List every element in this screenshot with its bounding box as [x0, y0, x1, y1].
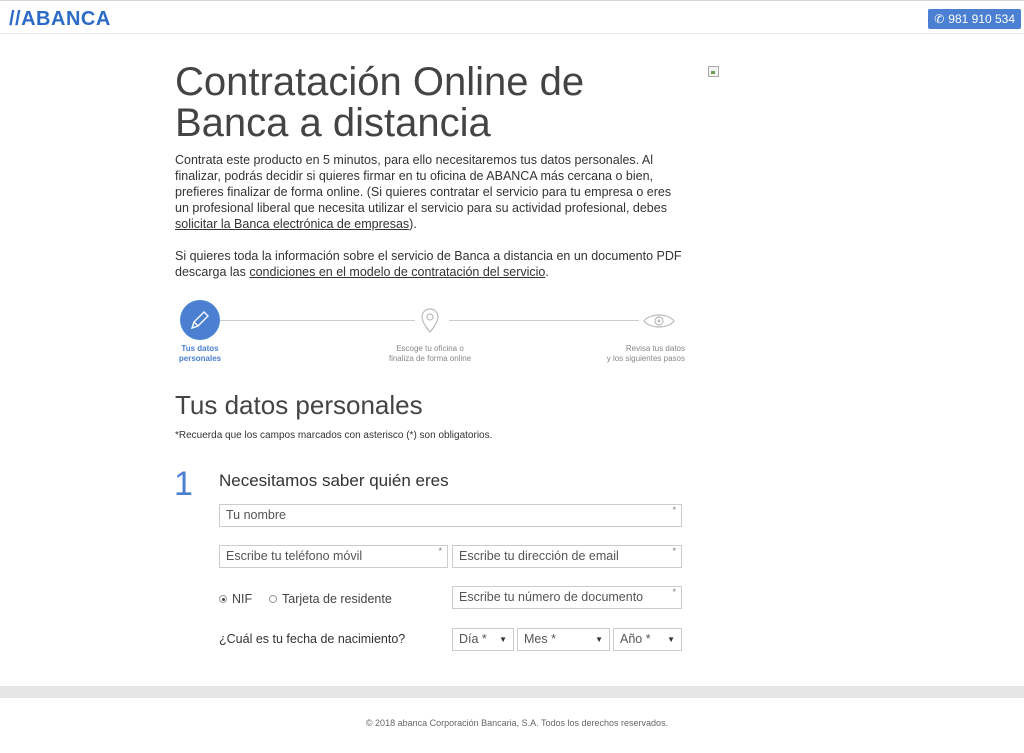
birthdate-label: ¿Cuál es tu fecha de nacimiento?: [219, 632, 406, 646]
footer-band: [0, 686, 1024, 698]
page-title: Contratación Online de Banca a distancia: [175, 62, 695, 144]
step-3-label-line-2: y los siguientes pasos: [606, 354, 685, 363]
progress-steps: Tus datos personales Escoge tu oficina o…: [175, 300, 685, 370]
radio-nif[interactable]: NIF: [219, 592, 252, 606]
pdf-paragraph: Si quieres toda la información sobre el …: [175, 248, 685, 280]
step-connector: [449, 320, 639, 321]
top-bar: //ABANCA ✆ 981 910 534: [0, 0, 1024, 34]
step-3-label: Revisa tus datos y los siguientes pasos: [585, 344, 685, 364]
phone-placeholder: Escribe tu teléfono móvil: [226, 549, 363, 563]
required-asterisk: *: [672, 546, 676, 556]
step-1-label-line-1: Tus datos: [181, 344, 219, 353]
pencil-icon: [190, 311, 209, 330]
section-title: Tus datos personales: [175, 390, 423, 420]
required-asterisk: *: [672, 505, 676, 515]
required-asterisk: *: [672, 587, 676, 597]
step-2-label-line-2: finaliza de forma online: [388, 354, 472, 363]
step-connector: [220, 320, 415, 321]
mobile-phone-field[interactable]: Escribe tu teléfono móvil *: [219, 545, 448, 568]
name-field[interactable]: Tu nombre *: [219, 504, 682, 527]
step-1-label-line-2: personales: [178, 354, 222, 363]
radio-nif-label: NIF: [232, 592, 253, 606]
broken-image-icon: [708, 66, 719, 77]
page-title-line-2: Banca a distancia: [175, 101, 491, 145]
conditions-link[interactable]: condiciones en el modelo de contratación…: [249, 265, 545, 279]
document-placeholder: Escribe tu número de documento: [459, 590, 644, 604]
abanca-logo[interactable]: //ABANCA: [9, 8, 111, 31]
radio-residence-card[interactable]: Tarjeta de residente: [269, 592, 392, 606]
step-1-label: Tus datos personales: [175, 344, 225, 364]
step-1-circle: [180, 300, 220, 340]
phone-number: 981 910 534: [948, 12, 1015, 26]
step-3-label-line-1: Revisa tus datos: [625, 344, 685, 353]
intro-text: Contrata este producto en 5 minutos, par…: [175, 153, 672, 215]
footer-copyright: © 2018 abanca Corporación Bancaria, S.A.…: [365, 718, 669, 728]
eye-icon: [643, 314, 675, 328]
day-select[interactable]: Día * ▼: [452, 628, 514, 651]
document-number-field[interactable]: Escribe tu número de documento *: [452, 586, 682, 609]
email-field[interactable]: Escribe tu dirección de email *: [452, 545, 682, 568]
year-select-value: Año *: [620, 632, 651, 646]
day-select-value: Día *: [459, 632, 487, 646]
map-pin-icon: [421, 308, 439, 333]
email-placeholder: Escribe tu dirección de email: [459, 549, 619, 563]
name-placeholder: Tu nombre: [226, 508, 286, 522]
chevron-down-icon: ▼: [499, 635, 507, 644]
pdf-text-end: .: [545, 265, 549, 279]
radio-residence-label: Tarjeta de residente: [282, 592, 392, 606]
step-2-label-line-1: Escoge tu oficina o: [396, 344, 464, 353]
radio-residence-dot[interactable]: [269, 595, 277, 603]
chevron-down-icon: ▼: [595, 635, 603, 644]
business-banking-link[interactable]: solicitar la Banca electrónica de empres…: [175, 217, 409, 231]
required-fields-note: *Recuerda que los campos marcados con as…: [175, 430, 493, 441]
step-2-label: Escoge tu oficina o finaliza de forma on…: [375, 344, 485, 364]
chevron-down-icon: ▼: [667, 635, 675, 644]
page-title-line-1: Contratación Online de: [175, 60, 585, 104]
intro-text-end: ).: [409, 217, 417, 231]
phone-button[interactable]: ✆ 981 910 534: [928, 9, 1021, 29]
year-select[interactable]: Año * ▼: [613, 628, 682, 651]
required-asterisk: *: [438, 546, 442, 556]
phone-icon: ✆: [934, 12, 945, 26]
form-step-number: 1: [174, 465, 193, 503]
radio-nif-selected-dot[interactable]: [219, 595, 227, 603]
intro-paragraph: Contrata este producto en 5 minutos, par…: [175, 152, 685, 232]
month-select[interactable]: Mes * ▼: [517, 628, 610, 651]
form-subheading: Necesitamos saber quién eres: [219, 471, 449, 490]
month-select-value: Mes *: [524, 632, 556, 646]
